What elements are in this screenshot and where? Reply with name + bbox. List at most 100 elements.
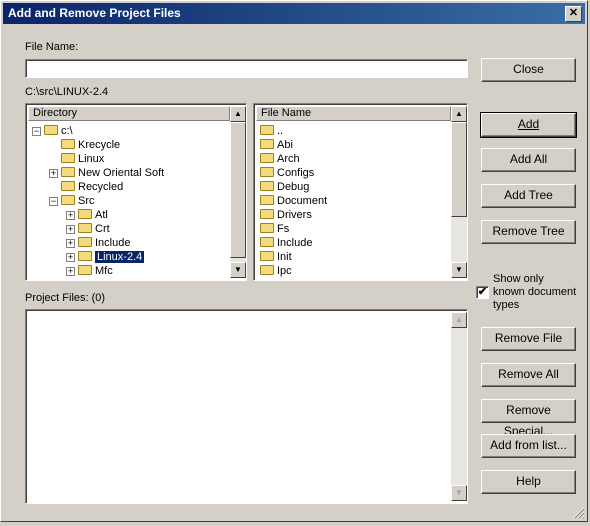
file-list-item-label: Configs [277, 167, 315, 179]
tree-item-label: c:\ [61, 125, 73, 137]
file-list-item-label: Debug [277, 181, 310, 193]
project-files-scrollbar[interactable]: ▲ ▼ [451, 312, 467, 501]
folder-icon [78, 209, 92, 219]
tree-item-label: Include [95, 237, 131, 249]
tree-item-recycled[interactable]: Recycled [61, 180, 123, 194]
tree-item-label: Linux-2.4 [95, 251, 145, 263]
scroll-down-icon[interactable]: ▼ [451, 485, 467, 501]
expand-icon[interactable]: + [66, 267, 75, 276]
parent-folder-icon [260, 125, 274, 135]
tree-item-label: Crt [95, 223, 110, 235]
file-list-item-label: Document [277, 195, 328, 207]
current-path: C:\src\LINUX-2.4 [25, 86, 109, 98]
tree-item-mfc[interactable]: Mfc [78, 264, 113, 278]
tree-item-crt[interactable]: Crt [78, 222, 110, 236]
scroll-up-icon[interactable]: ▲ [451, 312, 467, 328]
help-button[interactable]: Help [481, 470, 576, 494]
folder-icon [260, 265, 274, 275]
add-from-list-button[interactable]: Add from list... [481, 434, 576, 458]
file-list-item[interactable]: Abi [260, 138, 293, 152]
tree-item-linux[interactable]: Linux [61, 152, 104, 166]
file-list-item[interactable]: Debug [260, 180, 309, 194]
show-known-types-checkbox[interactable]: ✔ [476, 286, 489, 299]
add-tree-button[interactable]: Add Tree [481, 184, 576, 208]
project-files-label: Project Files: (0) [25, 292, 106, 304]
file-name-header[interactable]: File Name [256, 106, 451, 121]
folder-icon [260, 209, 274, 219]
scroll-down-icon[interactable]: ▼ [230, 262, 246, 278]
folder-icon [260, 195, 274, 205]
folder-icon [61, 167, 75, 177]
scroll-down-icon[interactable]: ▼ [451, 262, 467, 278]
folder-icon [61, 181, 75, 191]
folder-icon [61, 153, 75, 163]
file-list-item[interactable]: Fs [260, 222, 289, 236]
expand-icon[interactable]: + [49, 169, 58, 178]
file-list-item-label: Abi [277, 139, 293, 151]
project-files-list[interactable]: ▲ ▼ [25, 309, 468, 504]
resize-grip-icon[interactable] [573, 507, 585, 519]
folder-icon [260, 223, 274, 233]
directory-tree[interactable]: Directory − c:\ Krecycle Linux + New Oriental… [25, 103, 247, 281]
file-list-item[interactable]: Document [260, 194, 327, 208]
folder-icon [61, 195, 75, 205]
folder-icon [260, 153, 274, 163]
tree-item-include[interactable]: Include [78, 236, 130, 250]
scroll-up-icon[interactable]: ▲ [230, 106, 246, 122]
tree-item-label: Src [78, 195, 95, 207]
file-list-item[interactable]: Arch [260, 152, 300, 166]
checkbox-label-line1: Show only [493, 273, 544, 285]
folder-icon [260, 237, 274, 247]
remove-tree-button[interactable]: Remove Tree [481, 220, 576, 244]
expand-icon[interactable]: + [66, 239, 75, 248]
remove-all-button[interactable]: Remove All [481, 363, 576, 387]
add-button[interactable]: Add [480, 112, 577, 138]
tree-item-c[interactable]: c:\ [44, 124, 73, 138]
scroll-up-icon[interactable]: ▲ [451, 106, 467, 122]
expand-icon[interactable]: + [66, 225, 75, 234]
title-bar[interactable]: Add and Remove Project Files ✕ [3, 3, 585, 24]
file-list-item[interactable]: Drivers [260, 208, 312, 222]
file-list[interactable]: File Name .. Abi Arch Configs Debug Document D… [253, 103, 468, 281]
folder-icon [78, 251, 92, 261]
show-known-types-label: Show only known document types [493, 273, 576, 312]
close-button[interactable]: Close [481, 58, 576, 82]
file-list-item[interactable]: Ipc [260, 264, 292, 278]
file-list-item-label: Include [277, 237, 313, 249]
folder-icon [44, 125, 58, 135]
file-list-item[interactable]: Init [260, 250, 292, 264]
add-remove-project-files-dialog: Add and Remove Project Files ✕ File Name… [0, 0, 588, 522]
tree-item-label: New Oriental Soft [78, 167, 165, 179]
collapse-icon[interactable]: − [32, 127, 41, 136]
expand-icon[interactable]: + [66, 211, 75, 220]
tree-item-atl[interactable]: Atl [78, 208, 108, 222]
remove-special-button[interactable]: Remove Special... [481, 399, 576, 438]
scroll-thumb[interactable] [230, 122, 246, 258]
remove-file-button[interactable]: Remove File [481, 327, 576, 351]
folder-icon [61, 139, 75, 149]
directory-header[interactable]: Directory [28, 106, 230, 121]
checkbox-label-line3: types [493, 299, 520, 311]
folder-icon [78, 265, 92, 275]
expand-icon[interactable]: + [66, 253, 75, 262]
file-list-item-label: .. [277, 125, 284, 137]
file-list-item[interactable]: Configs [260, 166, 314, 180]
tree-item-new-oriental-soft[interactable]: New Oriental Soft [61, 166, 164, 180]
tree-item-label: Mfc [95, 265, 113, 277]
tree-item-src[interactable]: Src [61, 194, 95, 208]
add-all-button[interactable]: Add All [481, 148, 576, 172]
directory-scrollbar[interactable]: ▲ ▼ [230, 106, 246, 278]
file-name-input[interactable] [25, 59, 468, 78]
collapse-icon[interactable]: − [49, 197, 58, 206]
file-list-scrollbar[interactable]: ▲ ▼ [451, 106, 467, 278]
file-list-item-label: Fs [277, 223, 290, 235]
file-list-item[interactable]: Include [260, 236, 312, 250]
window-title: Add and Remove Project Files [8, 6, 181, 20]
file-list-item-label: Drivers [277, 209, 312, 221]
close-icon[interactable]: ✕ [565, 6, 582, 22]
scroll-thumb[interactable] [451, 122, 467, 217]
file-list-item-label: Init [277, 251, 292, 263]
tree-item-krecycle[interactable]: Krecycle [61, 138, 120, 152]
tree-item-linux-2-4[interactable]: Linux-2.4 [78, 250, 145, 264]
file-list-item[interactable]: .. [260, 124, 283, 138]
